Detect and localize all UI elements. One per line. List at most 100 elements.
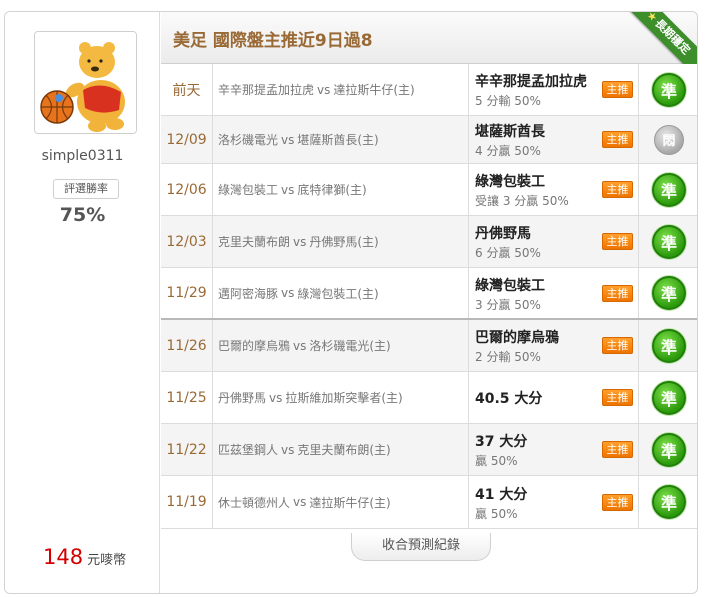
result-badge: 準 <box>652 380 686 415</box>
row-pick: 37 大分 贏 50% 主推 <box>468 424 639 475</box>
pick-odds: 贏 50% <box>475 507 518 521</box>
row-matchup[interactable]: 邁阿密海豚 vs 綠灣包裝工(主) <box>218 268 468 318</box>
prediction-row: 11/25 丹佛野馬 vs 拉斯維加斯突擊者(主) 40.5 大分 主推 準 <box>161 372 697 424</box>
vs-label: vs <box>281 286 295 300</box>
row-pick: 綠灣包裝工 3 分贏 50% 主推 <box>468 268 639 318</box>
home-team: 丹佛野馬 <box>218 391 267 405</box>
prediction-row: 12/03 克里夫蘭布朗 vs 丹佛野馬(主) 丹佛野馬 6 分贏 50% 主推… <box>161 216 697 268</box>
row-matchup[interactable]: 丹佛野馬 vs 拉斯維加斯突擊者(主) <box>218 372 468 423</box>
coins-value: 148 <box>43 545 84 569</box>
pick-odds: 2 分輸 50% <box>475 350 541 364</box>
prediction-row: 11/19 休士頓德州人 vs 達拉斯牛仔(主) 41 大分 贏 50% 主推 … <box>161 476 697 529</box>
prediction-row: 12/09 洛杉磯電光 vs 堪薩斯酋長(主) 堪薩斯酋長 4 分贏 50% 主… <box>161 116 697 164</box>
avatar[interactable] <box>34 31 137 134</box>
row-result: 準 <box>639 476 697 528</box>
main-pick-tag: 主推 <box>602 181 633 198</box>
pick-odds: 5 分輸 50% <box>475 94 541 108</box>
home-team: 匹茲堡鋼人 <box>218 443 279 457</box>
row-result: 準 <box>639 268 697 318</box>
row-date: 12/03 <box>161 216 213 267</box>
main-pick-tag: 主推 <box>602 441 633 458</box>
row-result: 悶 <box>639 116 697 163</box>
home-team: 休士頓德州人 <box>218 495 291 510</box>
vs-label: vs <box>293 234 307 249</box>
pick-team: 辛辛那提孟加拉虎 <box>475 74 587 90</box>
away-team: 克里夫蘭布朗(主) <box>297 443 391 457</box>
row-pick: 40.5 大分 主推 <box>468 372 639 423</box>
row-pick: 堪薩斯酋長 4 分贏 50% 主推 <box>468 116 639 163</box>
home-team: 巴爾的摩烏鴉 <box>218 339 291 353</box>
result-badge: 準 <box>652 72 686 107</box>
row-result: 準 <box>639 372 697 423</box>
pick-odds: 受讓 3 分贏 50% <box>475 194 569 208</box>
prediction-row: 11/26 巴爾的摩烏鴉 vs 洛杉磯電光(主) 巴爾的摩烏鴉 2 分輸 50%… <box>161 320 697 372</box>
prediction-panel: 美足 國際盤主推近9日過8 ★長期穩定 前天 辛辛那提孟加拉虎 vs 達拉斯牛仔… <box>161 12 697 593</box>
away-team: 拉斯維加斯突擊者(主) <box>285 391 403 405</box>
row-date: 11/29 <box>161 268 213 318</box>
away-team: 洛杉磯電光(主) <box>309 339 391 353</box>
row-date: 11/22 <box>161 424 213 475</box>
row-matchup[interactable]: 巴爾的摩烏鴉 vs 洛杉磯電光(主) <box>218 320 468 371</box>
result-badge: 準 <box>652 172 686 207</box>
panel-header: 美足 國際盤主推近9日過8 ★長期穩定 <box>161 12 697 80</box>
pick-odds: 6 分贏 50% <box>475 246 541 260</box>
away-team: 丹佛野馬(主) <box>309 235 379 249</box>
away-team: 堪薩斯酋長(主) <box>297 133 379 147</box>
vs-label: vs <box>293 495 307 509</box>
expert-card: simple0311 評選勝率 75% 148 元嘜幣 美足 國際盤主推近9日過8… <box>4 11 698 594</box>
panel-title: 美足 國際盤主推近9日過8 <box>173 31 373 51</box>
row-date: 11/26 <box>161 320 213 371</box>
result-badge: 準 <box>652 485 686 519</box>
row-pick: 丹佛野馬 6 分贏 50% 主推 <box>468 216 639 267</box>
prediction-row: 12/06 綠灣包裝工 vs 底特律獅(主) 綠灣包裝工 受讓 3 分贏 50%… <box>161 164 697 216</box>
home-team: 綠灣包裝工 <box>218 183 279 197</box>
away-team: 達拉斯牛仔(主) <box>309 495 391 510</box>
vs-label: vs <box>281 132 295 147</box>
row-result: 準 <box>639 164 697 215</box>
result-badge: 準 <box>652 224 686 259</box>
result-badge: 準 <box>652 328 686 363</box>
pick-team: 丹佛野馬 <box>475 226 531 242</box>
home-team: 辛辛那提孟加拉虎 <box>218 83 315 97</box>
row-matchup[interactable]: 休士頓德州人 vs 達拉斯牛仔(主) <box>218 476 468 528</box>
row-matchup[interactable]: 洛杉磯電光 vs 堪薩斯酋長(主) <box>218 116 468 163</box>
result-badge: 準 <box>652 432 686 467</box>
row-matchup[interactable]: 辛辛那提孟加拉虎 vs 達拉斯牛仔(主) <box>218 64 468 115</box>
away-team: 底特律獅(主) <box>297 183 367 197</box>
pick-team: 41 大分 <box>475 487 528 503</box>
username[interactable]: simple0311 <box>5 148 160 164</box>
collapse-records-button[interactable]: 收合預測紀錄 <box>351 533 491 561</box>
pick-team: 堪薩斯酋長 <box>475 124 545 140</box>
row-date: 11/25 <box>161 372 213 423</box>
coins-balance: 148 元嘜幣 <box>43 545 126 569</box>
vs-label: vs <box>281 442 295 457</box>
prediction-list: 前天 辛辛那提孟加拉虎 vs 達拉斯牛仔(主) 辛辛那提孟加拉虎 5 分輸 50… <box>161 64 697 529</box>
coins-unit: 元嘜幣 <box>87 553 127 568</box>
pick-team: 37 大分 <box>475 434 528 450</box>
home-team: 克里夫蘭布朗 <box>218 235 291 249</box>
user-panel: simple0311 評選勝率 75% 148 元嘜幣 <box>5 12 160 593</box>
win-rate-value: 75% <box>59 204 106 226</box>
pick-team: 巴爾的摩烏鴉 <box>475 330 559 346</box>
away-team: 達拉斯牛仔(主) <box>333 83 415 97</box>
row-matchup[interactable]: 克里夫蘭布朗 vs 丹佛野馬(主) <box>218 216 468 267</box>
main-pick-tag: 主推 <box>602 285 633 302</box>
pick-odds: 3 分贏 50% <box>475 298 541 312</box>
pick-team: 綠灣包裝工 <box>475 174 545 190</box>
main-pick-tag: 主推 <box>602 337 633 354</box>
result-badge: 準 <box>652 276 686 310</box>
row-pick: 辛辛那提孟加拉虎 5 分輸 50% 主推 <box>468 64 639 115</box>
pick-team: 綠灣包裝工 <box>475 278 545 294</box>
row-matchup[interactable]: 綠灣包裝工 vs 底特律獅(主) <box>218 164 468 215</box>
row-result: 準 <box>639 424 697 475</box>
pick-odds: 4 分贏 50% <box>475 144 541 158</box>
prediction-row: 11/29 邁阿密海豚 vs 綠灣包裝工(主) 綠灣包裝工 3 分贏 50% 主… <box>161 268 697 320</box>
row-pick: 綠灣包裝工 受讓 3 分贏 50% 主推 <box>468 164 639 215</box>
vs-label: vs <box>293 338 307 353</box>
main-pick-tag: 主推 <box>602 233 633 250</box>
row-matchup[interactable]: 匹茲堡鋼人 vs 克里夫蘭布朗(主) <box>218 424 468 475</box>
vs-label: vs <box>317 82 331 97</box>
main-pick-tag: 主推 <box>602 81 633 98</box>
main-pick-tag: 主推 <box>602 389 633 406</box>
home-team: 洛杉磯電光 <box>218 133 279 147</box>
